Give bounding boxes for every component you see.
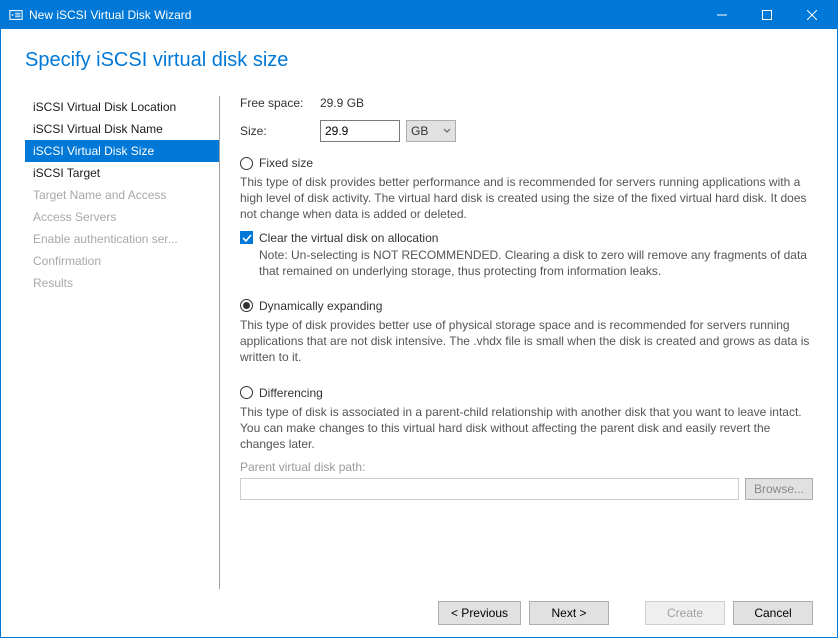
sidebar-item-auth: Enable authentication ser...	[25, 228, 219, 250]
sidebar-item-name[interactable]: iSCSI Virtual Disk Name	[25, 118, 219, 140]
fixed-size-option-block: Fixed size This type of disk provides be…	[240, 156, 813, 279]
sidebar-item-confirmation: Confirmation	[25, 250, 219, 272]
free-space-row: Free space: 29.9 GB	[240, 96, 813, 110]
clear-disk-checkbox[interactable]	[240, 231, 253, 244]
fixed-size-radio-row[interactable]: Fixed size	[240, 156, 813, 170]
button-spacer	[617, 601, 637, 625]
main-panel: Free space: 29.9 GB Size: GB Fixed size	[220, 96, 813, 589]
dynamic-radio[interactable]	[240, 299, 253, 312]
page-title: Specify iSCSI virtual disk size	[25, 49, 813, 72]
fixed-size-radio-label: Fixed size	[259, 156, 313, 170]
size-unit-select[interactable]: GB	[406, 120, 456, 142]
free-space-label: Free space:	[240, 96, 320, 110]
differencing-desc: This type of disk is associated in a par…	[240, 404, 813, 453]
size-row: Size: GB	[240, 120, 813, 142]
differencing-radio-label: Differencing	[259, 386, 323, 400]
dynamic-radio-label: Dynamically expanding	[259, 299, 382, 313]
close-button[interactable]	[792, 1, 837, 29]
next-button[interactable]: Next >	[529, 601, 609, 625]
sidebar-item-access-servers: Access Servers	[25, 206, 219, 228]
sidebar-item-target-name: Target Name and Access	[25, 184, 219, 206]
browse-button: Browse...	[745, 478, 813, 500]
fixed-size-desc: This type of disk provides better perfor…	[240, 174, 813, 223]
cancel-button[interactable]: Cancel	[733, 601, 813, 625]
clear-disk-block: Clear the virtual disk on allocation Not…	[240, 231, 813, 279]
size-input[interactable]	[320, 120, 400, 142]
wizard-body: Specify iSCSI virtual disk size iSCSI Vi…	[1, 29, 837, 589]
titlebar: New iSCSI Virtual Disk Wizard	[1, 1, 837, 29]
window-controls	[702, 1, 837, 29]
maximize-button[interactable]	[747, 1, 792, 29]
minimize-button[interactable]	[702, 1, 747, 29]
size-label: Size:	[240, 124, 320, 138]
clear-disk-note: Note: Un-selecting is NOT RECOMMENDED. C…	[259, 247, 813, 279]
dynamic-desc: This type of disk provides better use of…	[240, 317, 813, 366]
parent-path-row: Browse...	[240, 478, 813, 500]
fixed-size-radio[interactable]	[240, 157, 253, 170]
clear-disk-label: Clear the virtual disk on allocation	[259, 231, 438, 245]
chevron-down-icon	[443, 127, 451, 135]
app-icon	[9, 8, 23, 22]
window-title: New iSCSI Virtual Disk Wizard	[29, 8, 702, 22]
clear-disk-row[interactable]: Clear the virtual disk on allocation	[240, 231, 813, 245]
wizard-button-row: < Previous Next > Create Cancel	[1, 589, 837, 637]
differencing-radio[interactable]	[240, 386, 253, 399]
differencing-option-block: Differencing This type of disk is associ…	[240, 386, 813, 501]
parent-path-label: Parent virtual disk path:	[240, 460, 813, 474]
sidebar-item-target[interactable]: iSCSI Target	[25, 162, 219, 184]
wizard-steps-sidebar: iSCSI Virtual Disk Location iSCSI Virtua…	[25, 96, 220, 589]
dynamic-radio-row[interactable]: Dynamically expanding	[240, 299, 813, 313]
size-unit-value: GB	[411, 124, 428, 138]
previous-button[interactable]: < Previous	[438, 601, 521, 625]
content-row: iSCSI Virtual Disk Location iSCSI Virtua…	[25, 96, 813, 589]
free-space-value: 29.9 GB	[320, 96, 364, 110]
dynamic-option-block: Dynamically expanding This type of disk …	[240, 299, 813, 366]
sidebar-item-size[interactable]: iSCSI Virtual Disk Size	[25, 140, 219, 162]
sidebar-item-location[interactable]: iSCSI Virtual Disk Location	[25, 96, 219, 118]
create-button: Create	[645, 601, 725, 625]
sidebar-item-results: Results	[25, 272, 219, 294]
wizard-window: New iSCSI Virtual Disk Wizard Specify iS…	[0, 0, 838, 638]
differencing-radio-row[interactable]: Differencing	[240, 386, 813, 400]
parent-path-input	[240, 478, 739, 500]
